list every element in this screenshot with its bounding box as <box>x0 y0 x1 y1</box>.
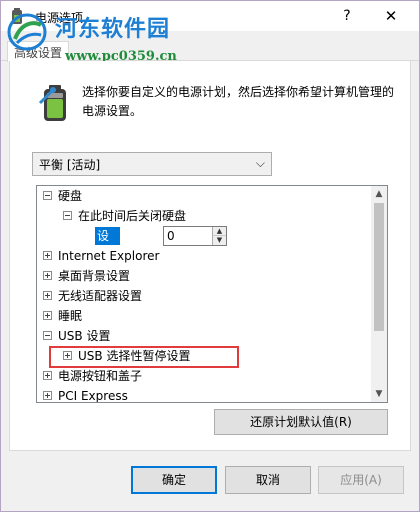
watermark-logo-icon <box>7 13 47 51</box>
tree-item-label: 在此时间后关闭硬盘 <box>78 209 187 223</box>
tree-item-label: Internet Explorer <box>58 249 160 263</box>
expand-icon[interactable] <box>43 391 52 400</box>
description-text: 选择你要自定义的电源计划，然后选择你希望计算机管理的电源设置。 <box>82 85 395 118</box>
tree-item-power-buttons-lid[interactable]: 电源按钮和盖子 <box>43 366 142 386</box>
expand-icon[interactable] <box>43 371 52 380</box>
watermark: 河东软件园 www.pc0359.cn <box>3 7 208 69</box>
power-plan-select[interactable]: 平衡 [活动] ⌵ <box>32 152 272 176</box>
collapse-icon[interactable] <box>43 191 52 200</box>
tree-item-label: USB 设置 <box>58 329 111 343</box>
power-options-dialog: 电源选项 ? ✕ 高级设置 河东软件园 www.pc0359.cn 选择你要自定… <box>0 0 420 512</box>
tree-item-label: 无线适配器设置 <box>58 289 143 303</box>
tree-item-label: PCI Express <box>58 389 128 403</box>
tree-item-usb-settings[interactable]: USB 设置 <box>43 326 110 346</box>
advanced-settings-panel: 选择你要自定义的电源计划，然后选择你希望计算机管理的电源设置。 平衡 [活动] … <box>9 61 411 451</box>
setting-minutes-label: 设置(分钟): <box>95 227 120 297</box>
minutes-stepper[interactable]: 0 ▲ ▼ <box>163 226 227 246</box>
vertical-scrollbar[interactable]: ▲ ▼ <box>371 186 387 402</box>
ok-button[interactable]: 确定 <box>131 466 217 494</box>
tree-item-label: 硬盘 <box>58 189 83 203</box>
tree-item-internet-explorer[interactable]: Internet Explorer <box>43 246 159 266</box>
expand-icon[interactable] <box>43 271 52 280</box>
scrollbar-thumb[interactable] <box>374 203 384 331</box>
scroll-up-icon[interactable]: ▲ <box>371 186 387 202</box>
stepper-down-icon[interactable]: ▼ <box>212 236 226 245</box>
scroll-down-icon[interactable]: ▼ <box>371 386 387 402</box>
help-button[interactable]: ? <box>335 5 359 27</box>
tree-item-label: 睡眠 <box>58 309 83 323</box>
collapse-icon[interactable] <box>63 211 72 220</box>
tree-item-wireless-adapter[interactable]: 无线适配器设置 <box>43 286 142 306</box>
tree-item-desktop-background[interactable]: 桌面背景设置 <box>43 266 130 286</box>
tree-item-hard-disk[interactable]: 硬盘 <box>43 186 82 206</box>
tree-item-pci-express[interactable]: PCI Express <box>43 386 128 403</box>
annotation-highlight-box <box>49 346 239 368</box>
tree-item-label: 桌面背景设置 <box>58 269 131 283</box>
close-button[interactable]: ✕ <box>379 5 403 27</box>
watermark-title: 河东软件园 <box>55 17 171 42</box>
power-plan-value: 平衡 [活动] <box>39 158 101 172</box>
expand-icon[interactable] <box>43 291 52 300</box>
restore-defaults-button[interactable]: 还原计划默认值(R) <box>214 409 388 435</box>
tree-item-sleep[interactable]: 睡眠 <box>43 306 82 326</box>
minutes-value[interactable]: 0 <box>167 229 175 243</box>
tree-item-turn-off-hard-disk[interactable]: 在此时间后关闭硬盘 <box>63 206 186 226</box>
settings-tree: 硬盘 在此时间后关闭硬盘 设置(分钟): 0 ▲ ▼ Internet Expl… <box>36 185 388 403</box>
tree-item-label: 电源按钮和盖子 <box>58 369 143 383</box>
chevron-down-icon: ⌵ <box>255 156 265 170</box>
cancel-button[interactable]: 取消 <box>225 466 311 494</box>
collapse-icon[interactable] <box>43 331 52 340</box>
stepper-up-icon[interactable]: ▲ <box>212 227 226 236</box>
battery-icon <box>38 85 66 121</box>
apply-button[interactable]: 应用(A) <box>318 466 404 494</box>
expand-icon[interactable] <box>43 311 52 320</box>
expand-icon[interactable] <box>43 251 52 260</box>
